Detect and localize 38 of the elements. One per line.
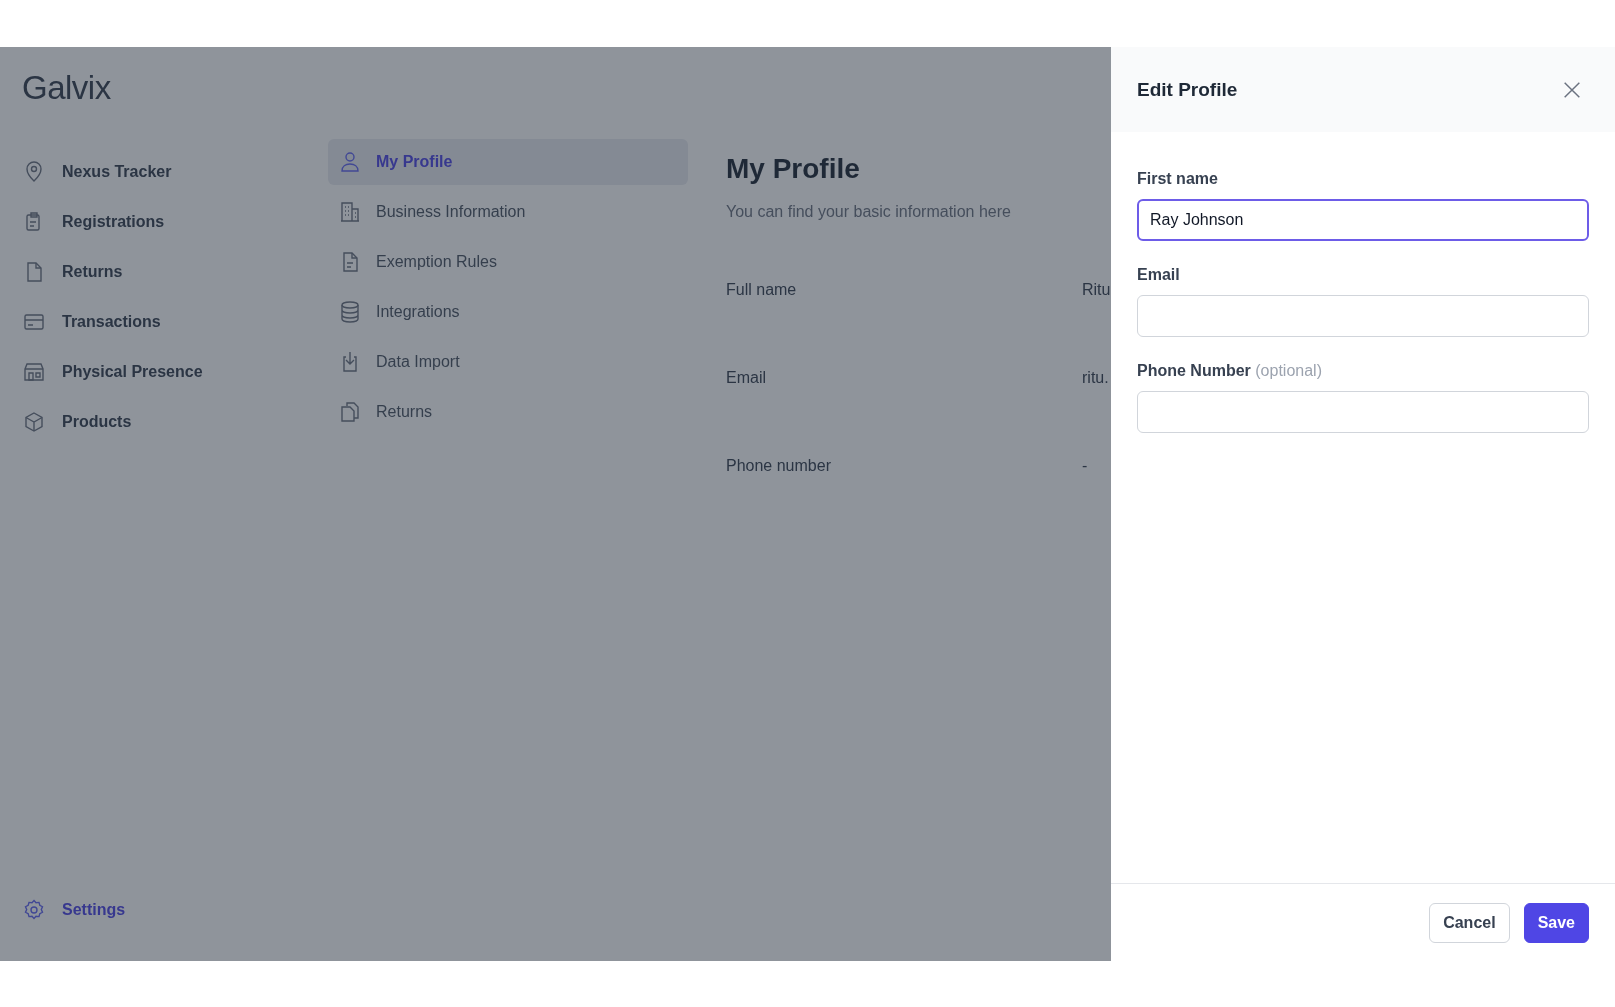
logo: Galvix <box>22 69 111 107</box>
field-value: - <box>1082 457 1088 475</box>
settings-icon <box>22 898 46 922</box>
database-icon <box>338 300 362 324</box>
settings-menu-item[interactable]: Data Import <box>328 339 688 385</box>
sidebar-item[interactable]: Physical Presence <box>22 347 203 397</box>
sidebar-item[interactable]: Transactions <box>22 297 161 347</box>
sidebar-item[interactable]: Products <box>22 397 132 447</box>
save-button[interactable]: Save <box>1523 902 1589 943</box>
field-label: Email <box>726 369 767 387</box>
storefront-icon <box>22 360 46 384</box>
page-subtitle: You can find your basic information here <box>726 203 1011 221</box>
settings-menu-item[interactable]: Exemption Rules <box>328 239 688 285</box>
box-icon <box>22 410 46 434</box>
settings-item[interactable]: Settings <box>22 885 126 935</box>
field-label: Phone Number (optional) <box>1137 362 1322 380</box>
field-value: ritu. <box>1082 369 1109 387</box>
cancel-button[interactable]: Cancel <box>1429 902 1510 943</box>
sidebar-item[interactable]: Returns <box>22 247 123 297</box>
settings-menu-item[interactable]: My Profile <box>328 139 688 185</box>
sidebar-item[interactable]: Registrations <box>22 197 165 247</box>
field-label: Phone number <box>726 457 832 475</box>
input-field[interactable] <box>1137 391 1589 433</box>
input-field[interactable] <box>1137 295 1589 337</box>
user-icon <box>338 150 362 174</box>
settings-menu-item[interactable]: Integrations <box>328 289 688 335</box>
field-label: Email <box>1137 266 1180 284</box>
drawer-title: Edit Profile <box>1137 78 1238 101</box>
sidebar-item[interactable]: Nexus Tracker <box>22 147 172 197</box>
input-field[interactable]: Ray Johnson <box>1137 199 1589 241</box>
settings-menu-item[interactable]: Business Information <box>328 189 688 235</box>
documents-icon <box>338 400 362 424</box>
page-title: My Profile <box>726 153 860 185</box>
field-label: Full name <box>726 281 798 299</box>
settings-menu-item[interactable]: Returns <box>328 389 688 435</box>
building-icon <box>338 200 362 224</box>
field-label: First name <box>1137 170 1218 188</box>
field-value: Ritu <box>1082 281 1111 299</box>
